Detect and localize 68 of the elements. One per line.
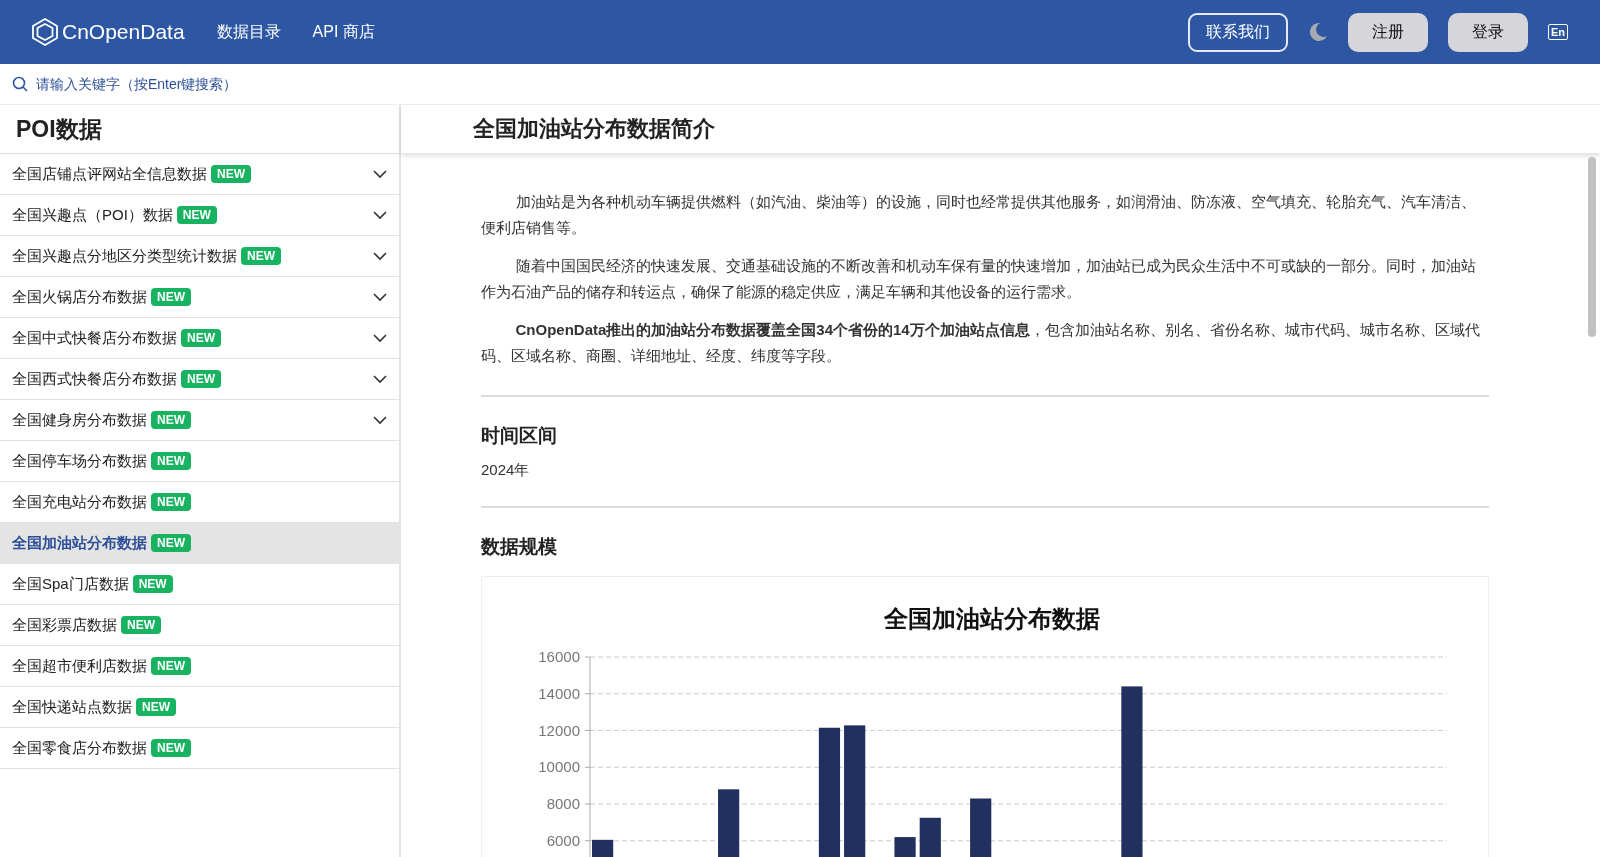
axis-label: 6000: [546, 831, 580, 849]
axis-label: 12000: [538, 721, 580, 739]
item-label: 全国充电站分布数据: [12, 492, 147, 512]
item-label: 全国快递站点数据: [12, 697, 132, 717]
paragraph: 随着中国国民经济的快速发展、交通基础设施的不断改善和机动车保有量的快速增加，加油站已成为民众生活中不可或缺的一部分。同时，加油站作为石油产品的储存和转运点，确保了能源的稳定供应，满足车辆和其他设备的运行需求。: [481, 256, 1477, 302]
new-badge: NEW: [132, 575, 173, 593]
axis-label: 10000: [538, 758, 580, 776]
new-badge: NEW: [151, 739, 191, 757]
sidebar-item[interactable]: 全国加油站分布数据 NEW: [0, 523, 399, 564]
item-label: 全国加油站分布数据: [12, 533, 147, 553]
new-badge: NEW: [176, 206, 217, 224]
login-button[interactable]: 登录: [1447, 12, 1528, 52]
item-label: 全国西式快餐店分布数据: [12, 369, 177, 389]
item-label: 全国店铺点评网站全信息数据: [12, 164, 207, 184]
new-badge: NEW: [211, 165, 251, 183]
item-label: 全国停车场分布数据: [12, 451, 147, 471]
bar: [894, 837, 916, 857]
chevron-down-icon[interactable]: [373, 251, 387, 261]
paragraph: 加油站是为各种机动车辆提供燃料（如汽油、柴油等）的设施，同时也经常提供其他服务，如润滑油、防冻液、空气填充、轮胎充气、汽车清洁、便利店销售等。: [481, 192, 1477, 238]
axis-label: 14000: [538, 684, 580, 702]
item-label: 全国Spa门店数据: [12, 574, 129, 594]
new-badge: NEW: [181, 329, 221, 347]
section-heading: 数据规模: [481, 535, 558, 559]
chevron-down-icon[interactable]: [373, 292, 387, 302]
nav-link[interactable]: 数据目录: [216, 21, 281, 43]
chevron-down-icon[interactable]: [373, 415, 387, 425]
new-badge: NEW: [151, 411, 191, 429]
logo[interactable]: CnOpenData: [32, 18, 185, 46]
bar: [718, 789, 740, 857]
axis-label: 16000: [538, 648, 580, 665]
item-label: 全国兴趣点（POI）数据: [12, 205, 173, 225]
new-badge: NEW: [151, 452, 191, 470]
register-button[interactable]: 注册: [1347, 12, 1428, 52]
bar: [970, 798, 992, 857]
item-label: 全国火锅店分布数据: [12, 287, 147, 307]
item-label: 全国彩票店数据: [12, 615, 117, 635]
logo-text: CnOpenData: [62, 20, 185, 44]
item-label: 全国健身房分布数据: [12, 410, 147, 430]
item-label: 全国超市便利店数据: [12, 656, 147, 676]
chevron-down-icon[interactable]: [373, 374, 387, 384]
bar: [592, 839, 614, 857]
new-badge: NEW: [181, 370, 221, 388]
language-button[interactable]: En: [1547, 24, 1568, 40]
item-label: 全国零食店分布数据: [12, 738, 147, 758]
hexagon-icon: [32, 18, 58, 46]
chart-title: 全国加油站分布数据: [884, 605, 1100, 632]
new-badge: NEW: [151, 534, 191, 552]
new-badge: NEW: [241, 247, 281, 265]
item-label: 全国兴趣点分地区分类型统计数据: [12, 246, 237, 266]
chevron-down-icon[interactable]: [373, 333, 387, 343]
chevron-down-icon[interactable]: [373, 169, 387, 179]
search-icon: [12, 76, 28, 92]
new-badge: NEW: [151, 493, 191, 511]
new-badge: NEW: [151, 657, 191, 675]
page-title: 全国加油站分布数据简介: [401, 105, 1600, 153]
chevron-down-icon[interactable]: [373, 210, 387, 220]
nav-link[interactable]: API 商店: [312, 21, 375, 43]
moon-icon[interactable]: [1307, 22, 1328, 42]
bar: [919, 817, 941, 857]
paragraph: CnOpenData推出的加油站分布数据覆盖全国34个省份的14万个加油站点信息，包含加油站名称、别名、省份名称、城市代码、城市名称、区域代码、区域名称、商圈、详细地址、经度、纬度等字段。: [481, 320, 1481, 366]
new-badge: NEW: [121, 616, 161, 634]
section-heading: 时间区间: [481, 424, 558, 448]
item-label: 全国中式快餐店分布数据: [12, 328, 177, 348]
axis-label: 8000: [546, 795, 580, 812]
new-badge: NEW: [151, 288, 191, 306]
section-text: 2024年: [481, 461, 531, 480]
new-badge: NEW: [136, 698, 176, 716]
contact-button[interactable]: 联系我们: [1187, 12, 1288, 52]
